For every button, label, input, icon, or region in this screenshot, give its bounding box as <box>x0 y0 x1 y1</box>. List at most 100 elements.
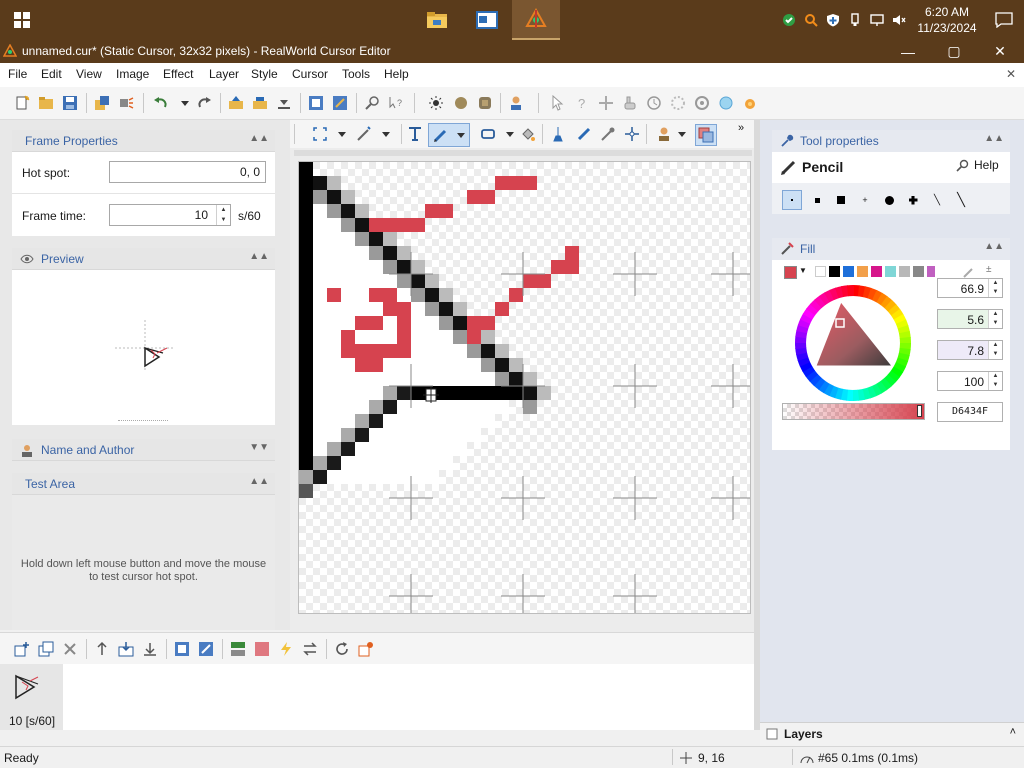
menu-edit[interactable]: Edit <box>41 67 62 81</box>
saturation-spinner[interactable]: ▲ ▼ <box>988 310 1002 328</box>
brush-plus-large[interactable] <box>903 190 923 210</box>
saturation-value-field[interactable]: 5.6 ▲ ▼ <box>937 309 1003 329</box>
alpha-slider[interactable] <box>782 403 925 420</box>
hot-spot-input[interactable]: 0, 0 <box>109 161 266 183</box>
busy-cursor-icon[interactable] <box>646 95 662 111</box>
swatch-cyan[interactable] <box>885 266 896 277</box>
start-button[interactable] <box>0 0 44 40</box>
import-icon[interactable] <box>94 95 110 111</box>
menu-view[interactable]: View <box>76 67 102 81</box>
layers-expand-icon[interactable]: ˄ <box>1010 726 1016 738</box>
crop-frames-icon[interactable] <box>198 641 214 657</box>
notification-center-button[interactable] <box>984 0 1024 40</box>
alpha-value-field[interactable]: 100 ▲ ▼ <box>937 371 1003 391</box>
alpha-spinner[interactable]: ▲ ▼ <box>988 372 1002 390</box>
collapse-caret-icon[interactable]: ▲▲ <box>984 241 1004 252</box>
fill-header[interactable]: Fill ▲▲ <box>772 238 1010 260</box>
delete-frame-icon[interactable] <box>62 641 78 657</box>
text-tool-icon[interactable] <box>407 126 423 142</box>
menu-cursor[interactable]: Cursor <box>292 67 328 81</box>
expand-caret-icon[interactable]: ▼▼ <box>249 442 269 453</box>
test-area-header[interactable]: Test Area ▲▲ <box>12 473 275 495</box>
spinner-cursor-icon[interactable] <box>670 95 686 111</box>
taskbar-clock[interactable]: 6:20 AM 11/23/2024 <box>910 4 984 36</box>
hotspot-tool-icon[interactable] <box>624 126 640 142</box>
collapse-caret-icon[interactable]: ▲▲ <box>984 133 1004 144</box>
tray-volume-muted-icon[interactable] <box>888 0 910 40</box>
collapse-caret-icon[interactable]: ▲▲ <box>249 133 269 144</box>
hand-cursor-icon[interactable] <box>622 95 638 111</box>
arrow-cursor-icon[interactable] <box>550 95 566 111</box>
taskbar-cursor-editor[interactable] <box>512 0 560 40</box>
color-wheel[interactable] <box>794 284 912 402</box>
brush-plus-small[interactable]: + <box>855 190 875 210</box>
close-document-button[interactable]: ✕ <box>1006 67 1016 81</box>
menu-file[interactable]: File <box>8 67 27 81</box>
lightness-spinner[interactable]: ▲ ▼ <box>988 341 1002 359</box>
frame-effect-icon[interactable] <box>230 641 246 657</box>
tool-properties-header[interactable]: Tool properties ▲▲ <box>772 130 1010 152</box>
layers-panel-header[interactable]: Layers ˄ <box>760 722 1024 746</box>
pixel-canvas[interactable] <box>285 161 755 618</box>
frame-fill-icon[interactable] <box>254 641 270 657</box>
eyedropper-icon[interactable] <box>600 126 616 142</box>
tray-security-icon[interactable] <box>822 0 844 40</box>
resize-frames-icon[interactable] <box>174 641 190 657</box>
zoom-tool-icon[interactable] <box>364 95 380 111</box>
layer-down-icon[interactable] <box>276 95 292 111</box>
menu-tools[interactable]: Tools <box>342 67 370 81</box>
duplicate-frame-icon[interactable] <box>38 641 54 657</box>
move-frame-down-icon[interactable] <box>142 641 158 657</box>
swatch-blue[interactable] <box>843 266 854 277</box>
swatch-gray[interactable] <box>899 266 910 277</box>
undo-dropdown-icon[interactable] <box>177 95 193 111</box>
wand-dropdown-icon[interactable] <box>378 126 394 142</box>
swatch-black[interactable] <box>829 266 840 277</box>
user-icon[interactable] <box>508 95 524 111</box>
swatch-purple[interactable] <box>927 266 935 277</box>
brush-size-1px[interactable] <box>782 190 802 210</box>
redo-icon[interactable] <box>196 95 212 111</box>
save-icon[interactable] <box>62 95 78 111</box>
hex-color-field[interactable]: D6434F <box>937 402 1003 422</box>
brush-circle[interactable] <box>879 190 899 210</box>
tray-search-icon[interactable] <box>800 0 822 40</box>
selection-dropdown-icon[interactable] <box>334 126 350 142</box>
frame-time-spinner[interactable]: ▲ ▼ <box>216 205 230 225</box>
tray-usb-icon[interactable] <box>844 0 866 40</box>
resize-grip[interactable] <box>118 420 168 423</box>
brush-icon[interactable] <box>576 126 592 142</box>
swap-colors-icon[interactable]: ± <box>986 264 992 275</box>
tray-display-icon[interactable] <box>866 0 888 40</box>
maximize-button[interactable]: ▢ <box>931 40 977 63</box>
taskbar-app-window[interactable] <box>463 0 511 40</box>
toolbar-overflow-chevron-icon[interactable]: » <box>738 122 744 134</box>
frame-time-input[interactable]: 10 ▲ ▼ <box>109 204 231 226</box>
lightness-value-field[interactable]: 7.8 ▲ ▼ <box>937 340 1003 360</box>
menu-effect[interactable]: Effect <box>163 67 193 81</box>
alpha-slider-handle[interactable] <box>917 405 922 417</box>
test-area-body[interactable]: Hold down left mouse button and move the… <box>12 495 275 630</box>
undo-icon[interactable] <box>153 95 169 111</box>
refresh-icon[interactable] <box>334 641 350 657</box>
rectangle-tool-icon[interactable] <box>480 126 496 142</box>
insert-frame-icon[interactable] <box>14 641 30 657</box>
menu-image[interactable]: Image <box>116 67 149 81</box>
collapse-caret-icon[interactable]: ▲▲ <box>249 476 269 487</box>
brush-diagonal-large[interactable]: ╲ <box>951 190 971 210</box>
resize-canvas-icon[interactable] <box>308 95 324 111</box>
frame-properties-icon[interactable] <box>358 641 374 657</box>
collapse-caret-icon[interactable]: ▲▲ <box>249 251 269 262</box>
open-folder-icon[interactable] <box>38 95 54 111</box>
layer-up-icon[interactable] <box>228 95 244 111</box>
swatch-dark-gray[interactable] <box>913 266 924 277</box>
crop-icon[interactable] <box>332 95 348 111</box>
hue-value-field[interactable]: 66.9 ▲ ▼ <box>937 278 1003 298</box>
import-frame-icon[interactable] <box>118 641 134 657</box>
menu-help[interactable]: Help <box>384 67 409 81</box>
brush-size-2px[interactable] <box>807 190 827 210</box>
cursor-pixel-art[interactable] <box>285 162 755 618</box>
tray-network-shield-icon[interactable] <box>778 0 800 40</box>
hue-spinner[interactable]: ▲ ▼ <box>988 279 1002 297</box>
brush-diagonal-small[interactable]: ╲ <box>927 190 947 210</box>
